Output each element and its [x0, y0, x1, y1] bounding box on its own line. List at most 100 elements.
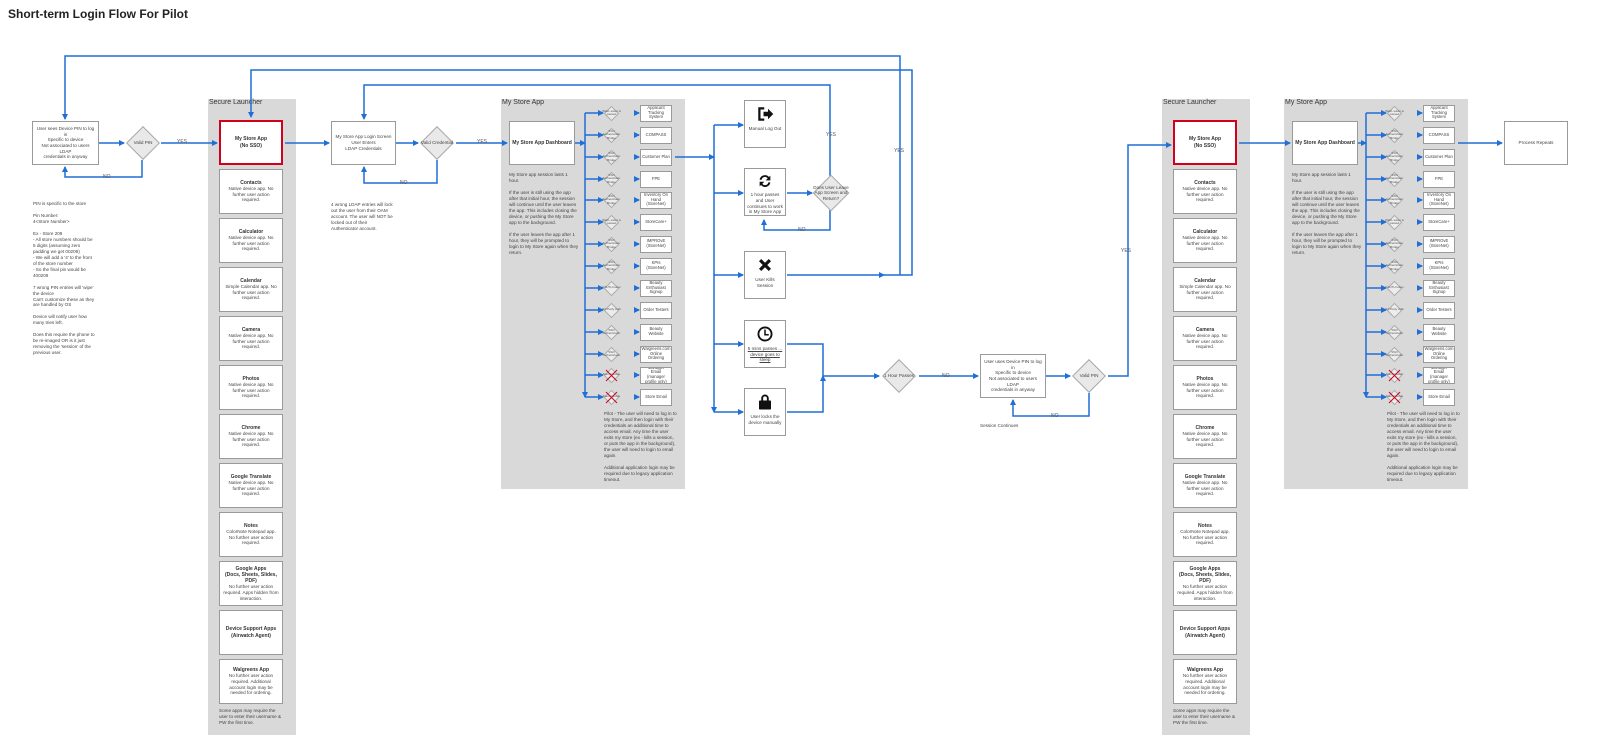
launcher-app-7[interactable]: Google Translate Native device app. No fu… [219, 463, 283, 508]
launcher-apps: My Store App (No SSO) Contacts Native dev… [216, 120, 288, 730]
store-app-item2-11[interactable]: Walgreens.com Online Ordering [1423, 345, 1455, 363]
auth-label: WebL token is passed [602, 217, 621, 225]
store-app-item-6[interactable]: IMPROvE (StoreNet) [640, 235, 672, 253]
store-app-item-12[interactable]: Manager Email (manager profile only) [640, 366, 672, 384]
launcher-app-6[interactable]: Chrome Native device app. No further user… [219, 414, 283, 459]
store-app-item2-4[interactable]: Inventory On Hand (StoreNet) [1423, 191, 1455, 209]
auth-diamond2-13: Sound Guide [1386, 389, 1403, 405]
store-app-item-7[interactable]: KPIs (StoreNet) [640, 257, 672, 275]
clock-icon [757, 326, 773, 342]
launcher-app-0[interactable]: My Store App (No SSO) [219, 120, 283, 165]
auth-label: SSO Authenticator Bridge [1385, 194, 1404, 205]
store-app-item-11[interactable]: Walgreens.com Online Ordering [640, 345, 672, 363]
store-app-item2-10[interactable]: Beauty Website [1423, 323, 1455, 341]
launcher2-app-0[interactable]: My Store App (No SSO) [1173, 120, 1237, 165]
auth-label: 3rd Party Auth [601, 307, 621, 312]
store-app-item2-6[interactable]: IMPROvE (StoreNet) [1423, 235, 1455, 253]
device-pin-box: User sees Device PIN to log in Specific … [32, 121, 99, 165]
kill-session-box[interactable]: User Kills Session [744, 251, 786, 299]
launcher2-app-3[interactable]: Calendar Simple Calendar app. No further … [1173, 267, 1237, 312]
store-app-item2-8[interactable]: Beauty Enthusiast Signup [1423, 279, 1455, 297]
valid-pin-label: Valid PIN [133, 139, 153, 145]
login-yes-label: YES [477, 139, 488, 145]
auth-label: SSO Authenticator Bridge [602, 194, 621, 205]
valid-pin-yes-label-2: YES [1121, 248, 1132, 254]
store-app-item2-2[interactable]: Customer Plan [1423, 148, 1455, 166]
auth-diamond-9: 3rd Party Auth [602, 302, 621, 318]
launcher2-app-9[interactable]: Google Apps (Docs, Sheets, Slides, PDF) N… [1173, 561, 1237, 606]
launcher2-app-1[interactable]: Contacts Native device app. No further us… [1173, 169, 1237, 214]
store-app-item-3[interactable]: FPE [640, 170, 672, 188]
auth-diamond-2: SSO Authenticator Bridge [603, 149, 620, 165]
manual-logout-box[interactable]: Manual Log Out [744, 100, 786, 148]
auth-diamond-0: WebL token is passed [602, 105, 621, 121]
pin-notes: PIN is specific to the store Pin Number:… [33, 201, 95, 356]
launcher2-app-11[interactable]: Walgreens App No further user action requ… [1173, 659, 1237, 704]
store-app-item2-13[interactable]: Store Email [1423, 388, 1455, 406]
lock-device-box[interactable]: User locks the device manually [744, 388, 786, 436]
store-app-item2-9[interactable]: Order Testers [1423, 301, 1455, 319]
auth-label: SSO Authenticator Bridge [1385, 173, 1404, 184]
store-app-item-4[interactable]: Inventory On Hand (StoreNet) [640, 191, 672, 209]
store-app-item-10[interactable]: Beauty Website [640, 323, 672, 341]
store-app-item2-0[interactable]: Applicant Tracking System [1423, 104, 1455, 122]
auth-diamond-12: Sound Guide [603, 367, 620, 383]
launcher-app-8[interactable]: Notes ColorNote Notepad app. No further u… [219, 512, 283, 557]
auth-label: WebL token is passed [1385, 217, 1404, 225]
idle-box[interactable]: 5 mins passes ... device goes to sleep [744, 320, 786, 368]
store-app-item2-5[interactable]: StoreCare+ [1423, 213, 1455, 231]
launcher2-footer: Some apps may require the user to enter … [1173, 708, 1236, 725]
launcher2-app-5[interactable]: Photos Native device app. No further user… [1173, 365, 1237, 410]
auth-label: SSO Authenticator [602, 327, 621, 335]
valid-pin-label-2: Valid PIN [1079, 373, 1099, 379]
store-app-item2-1[interactable]: COMPASS [1423, 126, 1455, 144]
login-no-label: NO [400, 180, 408, 186]
valid-credential-label: Valid Credential [420, 139, 454, 145]
store-app-item2-12[interactable]: Manager Email (manager profile only) [1423, 366, 1455, 384]
launcher-app-3[interactable]: Calendar Simple Calendar app. No further … [219, 267, 283, 312]
auth-label: Sound Guide [602, 394, 621, 399]
store-app-item-8[interactable]: Beauty Enthusiast Signup [640, 279, 672, 297]
launcher2-app-8[interactable]: Notes ColorNote Notepad app. No further u… [1173, 512, 1237, 557]
launcher2-app-6[interactable]: Chrome Native device app. No further user… [1173, 414, 1237, 459]
launcher2-app-4[interactable]: Camera Native device app. No further user… [1173, 316, 1237, 361]
launcher2-app-10[interactable]: Device Support Apps (Airwatch Agent) [1173, 610, 1237, 655]
auth-diamond-5: WebL token is passed [602, 214, 621, 230]
auth-diamond-13: Sound Guide [603, 389, 620, 405]
auth-label: OAUTH token [602, 285, 621, 290]
store-app-item-5[interactable]: StoreCare+ [640, 213, 672, 231]
dashboard-box[interactable]: My Store App Dashboard [509, 121, 575, 165]
auth-label: SSO Authenticator [602, 349, 621, 357]
launcher-app-9[interactable]: Google Apps (Docs, Sheets, Slides, PDF) N… [219, 561, 283, 606]
device-pin-box-2: User uses Device PIN to log in Specific … [980, 354, 1046, 398]
store-app-item2-3[interactable]: FPE [1423, 170, 1455, 188]
auth-label: Sound Guide [1385, 394, 1404, 399]
auth-diamond-6: SSO Authenticator Bridge [603, 236, 620, 252]
store-app-item-1[interactable]: COMPASS [640, 126, 672, 144]
launcher2-app-7[interactable]: Google Translate Native device app. No fu… [1173, 463, 1237, 508]
session-desc: My Store app session lasts 1 hour. If th… [509, 172, 579, 255]
store-app-item2-7[interactable]: KPIs (StoreNet) [1423, 257, 1455, 275]
auth-label: SSO Authenticator Bridge [1385, 260, 1404, 271]
store-app-item-0[interactable]: Applicant Tracking System [640, 104, 672, 122]
launcher-app-5[interactable]: Photos Native device app. No further user… [219, 365, 283, 410]
auth-label: SSO Authenticator [1385, 349, 1404, 357]
store-app-item-2[interactable]: Customer Plan [640, 148, 672, 166]
auth-diamond-4: SSO Authenticator Bridge [603, 192, 620, 208]
launcher-app-1[interactable]: Contacts Native device app. No further us… [219, 169, 283, 214]
auth-diamond-7: SSO Authenticator Bridge [603, 258, 620, 274]
auth-label: WebL token is passed [602, 108, 621, 116]
hour-passes-box[interactable]: 1 hour passes and User continues to work… [744, 168, 786, 216]
launcher-app-11[interactable]: Walgreens App No further user action requ… [219, 659, 283, 704]
store-app-item-9[interactable]: Order Testers [640, 301, 672, 319]
auth-diamond2-1: SSO Authenticator Bridge [1386, 127, 1403, 143]
auth-label: SSO Authenticator Bridge [602, 260, 621, 271]
store-app-item-13[interactable]: Store Email [640, 388, 672, 406]
launcher-app-2[interactable]: Calculator Native device app. No further … [219, 218, 283, 263]
dashboard-box-2[interactable]: My Store App Dashboard [1292, 121, 1358, 165]
launcher2-app-2[interactable]: Calculator Native device app. No further … [1173, 218, 1237, 263]
launcher-app-10[interactable]: Device Support Apps (Airwatch Agent) [219, 610, 283, 655]
auth-diamond2-3: SSO Authenticator Bridge [1386, 171, 1403, 187]
session-continues: Session Continues [980, 423, 1019, 428]
launcher-app-4[interactable]: Camera Native device app. No further user… [219, 316, 283, 361]
